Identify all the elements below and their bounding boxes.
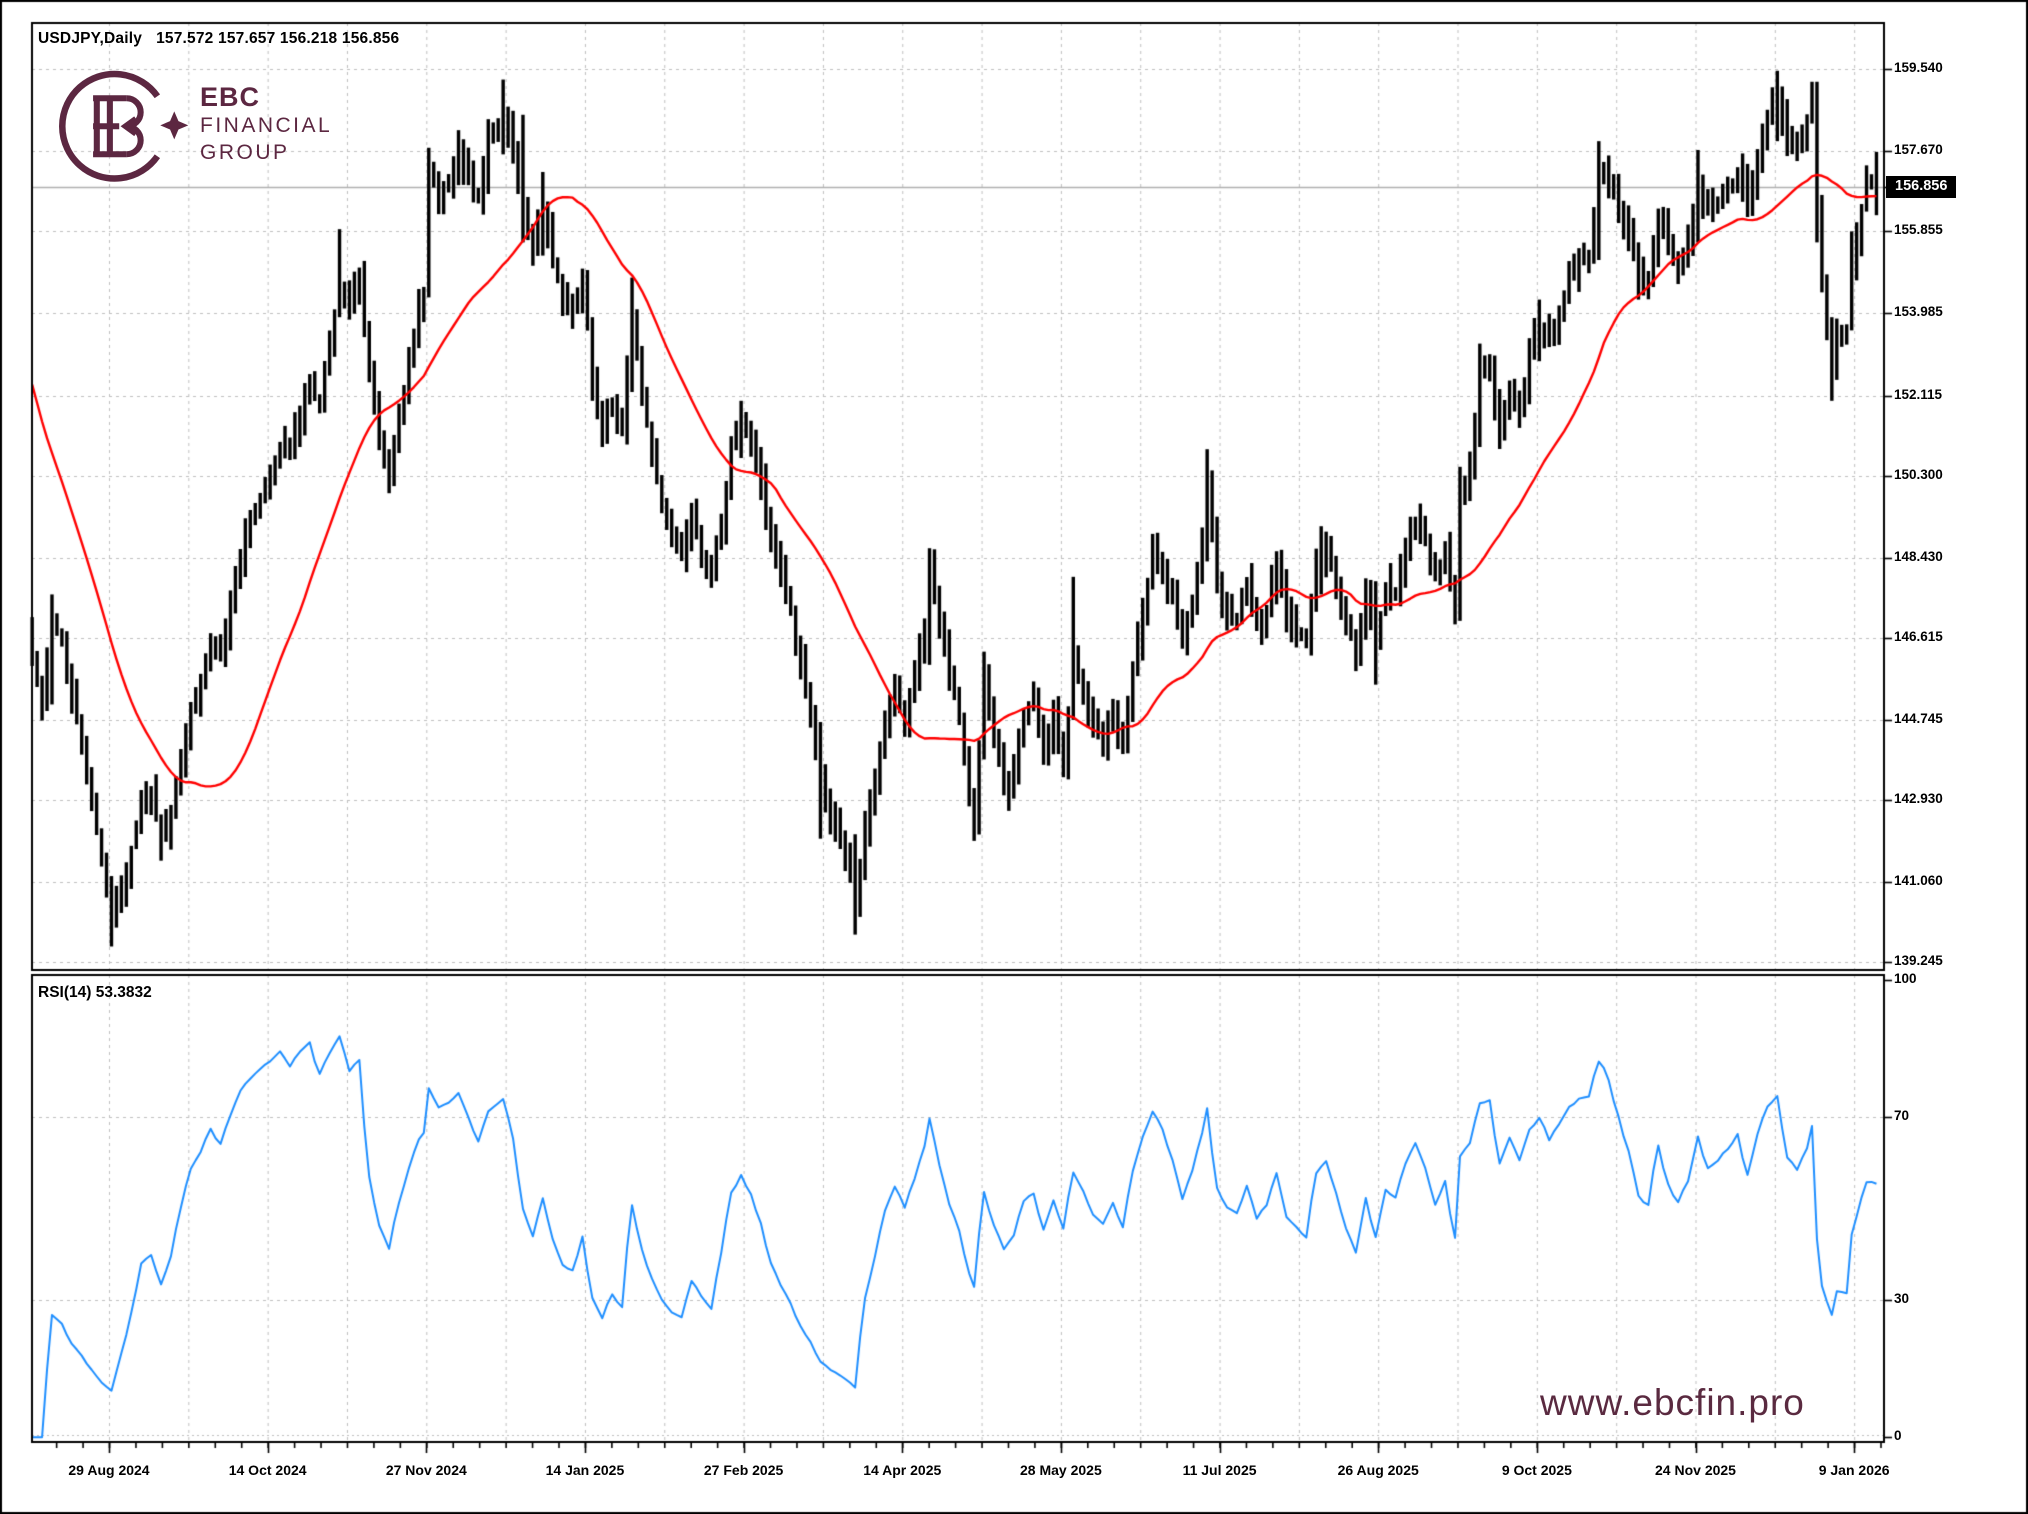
date-axis-label: 14 Apr 2025 <box>863 1462 941 1478</box>
ebc-logo-mark-icon <box>52 60 192 200</box>
date-axis-label: 27 Feb 2025 <box>704 1462 783 1478</box>
rsi-indicator-label: RSI(14) 53.3832 <box>38 984 152 1002</box>
price-axis-label: 146.615 <box>1894 629 1943 644</box>
ebc-logo: EBC FINANCIAL GROUP <box>52 60 412 200</box>
price-chart-canvas[interactable] <box>0 0 2028 1514</box>
trading-chart-window: USDJPY,Daily 157.572 157.657 156.218 156.… <box>0 0 2028 1514</box>
price-axis-label: 152.115 <box>1894 387 1942 402</box>
price-axis-label: 148.430 <box>1894 549 1943 564</box>
price-axis-label: 141.060 <box>1894 873 1943 888</box>
price-axis-label: 159.540 <box>1894 60 1943 75</box>
date-axis-label: 24 Nov 2025 <box>1655 1462 1736 1478</box>
date-axis-label: 9 Oct 2025 <box>1502 1462 1572 1478</box>
logo-line-financial: FINANCIAL <box>200 112 332 139</box>
rsi-axis-label: 0 <box>1894 1428 1902 1443</box>
chart-title: USDJPY,Daily 157.572 157.657 156.218 156.… <box>38 30 399 48</box>
date-axis-label: 28 May 2025 <box>1020 1462 1102 1478</box>
ebc-logo-text: EBC FINANCIAL GROUP <box>200 82 332 166</box>
rsi-axis-label: 70 <box>1894 1108 1909 1123</box>
date-axis-label: 26 Aug 2025 <box>1338 1462 1419 1478</box>
ohlc-readout: 157.572 157.657 156.218 156.856 <box>156 30 399 47</box>
price-axis-label: 153.985 <box>1894 304 1943 319</box>
date-axis-label: 11 Jul 2025 <box>1183 1462 1257 1478</box>
price-axis-label: 142.930 <box>1894 791 1943 806</box>
logo-line-ebc: EBC <box>200 82 332 112</box>
price-axis-label: 150.300 <box>1894 467 1943 482</box>
date-axis-label: 14 Oct 2024 <box>229 1462 307 1478</box>
price-axis-label: 155.855 <box>1894 222 1943 237</box>
price-axis-label: 144.745 <box>1894 711 1943 726</box>
current-price-tag: 156.856 <box>1886 176 1956 198</box>
symbol-timeframe-label: USDJPY,Daily <box>38 30 142 47</box>
rsi-axis-label: 30 <box>1894 1291 1909 1306</box>
date-axis-label: 9 Jan 2026 <box>1819 1462 1890 1478</box>
price-axis-label: 157.670 <box>1894 142 1943 157</box>
date-axis-label: 29 Aug 2024 <box>68 1462 149 1478</box>
date-axis-label: 14 Jan 2025 <box>546 1462 625 1478</box>
date-axis-label: 27 Nov 2024 <box>386 1462 467 1478</box>
price-axis-label: 139.245 <box>1894 953 1943 968</box>
rsi-axis-label: 100 <box>1894 971 1917 986</box>
logo-line-group: GROUP <box>200 139 332 166</box>
website-watermark: www.ebcfin.pro <box>1540 1382 1805 1424</box>
